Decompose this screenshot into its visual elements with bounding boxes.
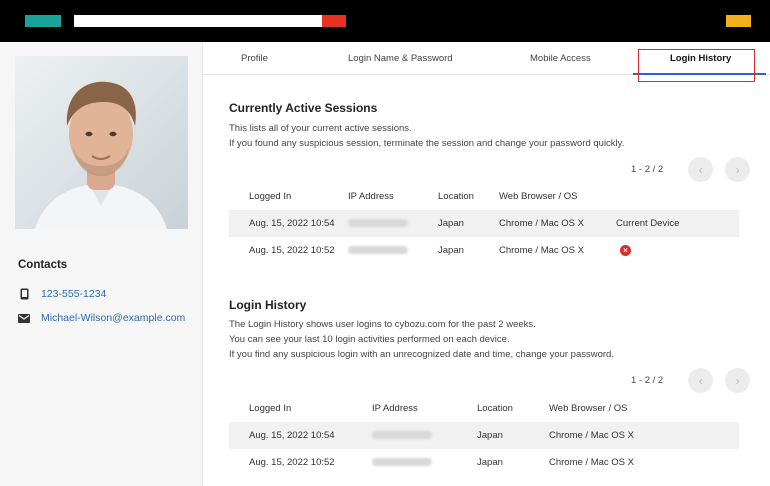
user-menu-icon[interactable] bbox=[726, 15, 751, 27]
ip-redacted bbox=[348, 246, 408, 255]
table-row: Aug. 15, 2022 10:52 Japan Chrome / Mac O… bbox=[229, 449, 739, 476]
prev-page-button[interactable]: ‹ bbox=[688, 157, 714, 182]
col-logged-in: Logged In bbox=[249, 190, 292, 202]
col-ip: IP Address bbox=[372, 402, 418, 414]
app-logo[interactable] bbox=[25, 15, 61, 27]
cell-ip bbox=[372, 449, 477, 476]
cell-logged-in: Aug. 15, 2022 10:54 bbox=[229, 210, 348, 237]
tab-highlight-box bbox=[638, 49, 755, 82]
col-logged-in: Logged In bbox=[249, 402, 292, 414]
top-bar bbox=[0, 0, 770, 42]
active-sessions-table: Logged In IP Address Location Web Browse… bbox=[229, 182, 739, 264]
active-sessions-desc-2: If you found any suspicious session, ter… bbox=[229, 138, 625, 149]
profile-photo bbox=[15, 56, 188, 229]
col-browser: Web Browser / OS bbox=[549, 402, 628, 414]
table-row: Aug. 15, 2022 10:52 Japan Chrome / Mac O… bbox=[229, 237, 739, 264]
cell-location: Japan bbox=[438, 210, 499, 237]
cell-browser: Chrome / Mac OS X bbox=[499, 210, 616, 237]
cell-ip bbox=[348, 237, 438, 264]
login-history-desc-2: You can see your last 10 login activitie… bbox=[229, 334, 510, 345]
table-header: Logged In IP Address Location Web Browse… bbox=[229, 394, 739, 422]
table-row: Aug. 15, 2022 10:54 Japan Chrome / Mac O… bbox=[229, 422, 739, 449]
mail-icon bbox=[18, 312, 30, 324]
ip-redacted bbox=[348, 219, 408, 228]
login-history-title: Login History bbox=[229, 298, 307, 312]
login-history-table: Logged In IP Address Location Web Browse… bbox=[229, 394, 739, 476]
phone-icon bbox=[18, 288, 30, 300]
active-sessions-title: Currently Active Sessions bbox=[229, 101, 378, 115]
tab-login-name-password[interactable]: Login Name & Password bbox=[348, 42, 453, 75]
cell-logged-in: Aug. 15, 2022 10:52 bbox=[249, 457, 335, 468]
cell-browser: Chrome / Mac OS X bbox=[499, 245, 584, 256]
table-header: Logged In IP Address Location Web Browse… bbox=[229, 182, 739, 210]
col-location: Location bbox=[438, 190, 474, 202]
cell-location: Japan bbox=[438, 245, 464, 256]
main-content: Profile Login Name & Password Mobile Acc… bbox=[203, 42, 770, 486]
header-bar bbox=[74, 15, 322, 27]
cell-location: Japan bbox=[477, 422, 549, 449]
table-row: Aug. 15, 2022 10:54 Japan Chrome / Mac O… bbox=[229, 210, 739, 237]
ip-redacted bbox=[372, 458, 432, 467]
col-location: Location bbox=[477, 402, 513, 414]
cell-browser: Chrome / Mac OS X bbox=[549, 457, 634, 468]
login-history-pager: 1 - 2 / 2 ‹ › bbox=[631, 368, 751, 393]
contact-phone: 123-555-1234 bbox=[18, 288, 106, 300]
cell-location: Japan bbox=[477, 457, 503, 468]
terminate-session-icon[interactable]: × bbox=[620, 244, 631, 256]
header-accent bbox=[322, 15, 346, 27]
pager-count: 1 - 2 / 2 bbox=[631, 375, 664, 386]
login-history-desc-1: The Login History shows user logins to c… bbox=[229, 319, 536, 330]
contact-email: Michael-Wilson@example.com bbox=[18, 312, 185, 324]
profile-sidebar: Contacts 123-555-1234 Michael-Wilson@exa… bbox=[0, 42, 203, 486]
cell-action: × bbox=[616, 237, 739, 264]
cell-logged-in: Aug. 15, 2022 10:52 bbox=[249, 245, 335, 256]
contacts-title: Contacts bbox=[18, 259, 68, 271]
col-browser: Web Browser / OS bbox=[499, 190, 578, 202]
active-sessions-desc-1: This lists all of your current active se… bbox=[229, 123, 412, 134]
active-sessions-pager: 1 - 2 / 2 ‹ › bbox=[631, 157, 751, 182]
prev-page-button[interactable]: ‹ bbox=[688, 368, 714, 393]
phone-link[interactable]: 123-555-1234 bbox=[41, 288, 106, 300]
next-page-button[interactable]: › bbox=[725, 368, 751, 393]
cell-ip bbox=[372, 422, 477, 449]
cell-logged-in: Aug. 15, 2022 10:54 bbox=[229, 422, 372, 449]
pager-count: 1 - 2 / 2 bbox=[631, 164, 664, 175]
col-ip: IP Address bbox=[348, 190, 394, 202]
tab-profile[interactable]: Profile bbox=[241, 42, 268, 75]
cell-browser: Chrome / Mac OS X bbox=[549, 422, 739, 449]
cell-status: Current Device bbox=[616, 210, 739, 237]
tab-mobile-access[interactable]: Mobile Access bbox=[530, 42, 591, 75]
ip-redacted bbox=[372, 431, 432, 440]
email-link[interactable]: Michael-Wilson@example.com bbox=[41, 312, 185, 324]
cell-ip bbox=[348, 210, 438, 237]
next-page-button[interactable]: › bbox=[725, 157, 751, 182]
login-history-desc-3: If you find any suspicious login with an… bbox=[229, 349, 614, 360]
